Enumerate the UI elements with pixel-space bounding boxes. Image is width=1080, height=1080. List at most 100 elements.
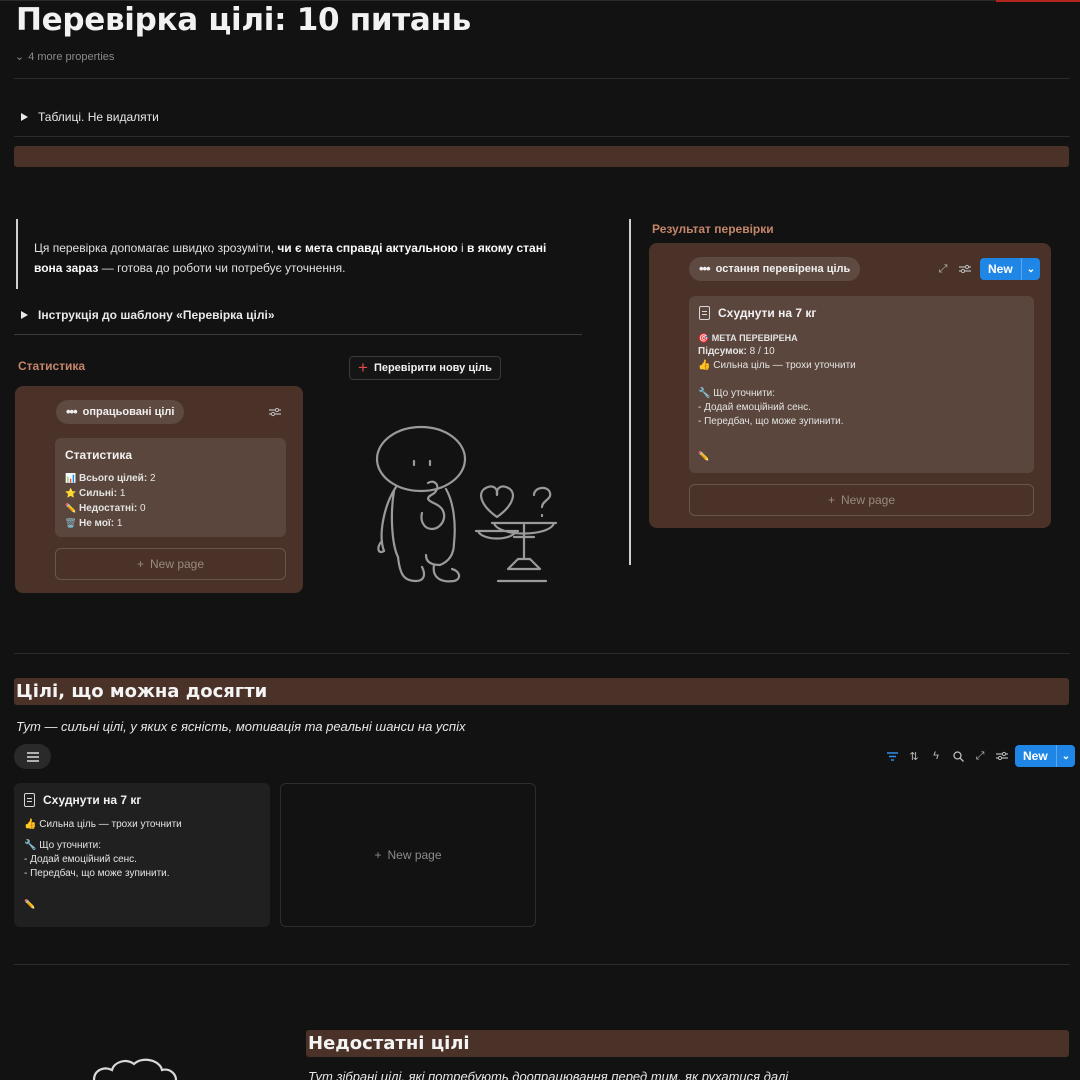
settings-sliders-icon[interactable] [267,404,283,420]
divider [14,78,1070,79]
insufficient-heading-text: Недостатні цілі [308,1033,470,1054]
page-title: Перевірка цілі: 10 питань [16,2,471,38]
statistics-line-label: Сильні: [79,488,118,499]
statistics-line-icon: ✏️ [65,503,77,513]
more-dots-icon: ••• [699,261,711,276]
chevron-down-icon[interactable]: ⌄ [1055,745,1075,767]
callout-border [16,219,18,289]
result-verdict: 👍 Сильна ціль — трохи уточнити [698,360,856,371]
sort-icon[interactable]: ⇅ [906,748,922,764]
statistics-panel: ••• опрацьовані цілі Статистика 📊 Всього… [15,386,303,593]
goal-card[interactable]: Схуднути на 7 кг 👍 Сильна ціль — трохи у… [14,783,270,927]
pencil-icon: ✏️ [698,451,710,461]
more-properties-label: 4 more properties [28,50,115,63]
view-tab-label: остання перевірена ціль [715,263,851,275]
expand-icon[interactable]: ⤢ [972,748,988,764]
database-toolbar: ⇅ ϟ ⤢ [884,748,1010,764]
plus-icon: + [358,358,368,377]
statistics-line: ⭐ Сильні: 1 [65,486,156,501]
more-properties-toggle[interactable]: ⌄ 4 more properties [15,50,115,64]
expand-icon[interactable]: ⤢ [935,261,951,277]
result-status-text: МЕТА ПЕРЕВІРЕНА [711,333,798,343]
toggle-instructions[interactable]: Інструкція до шаблону «Перевірка цілі» [21,308,275,322]
statistics-line-label: Всього цілей: [79,473,148,484]
result-label: Результат перевірки [652,222,774,236]
callout-text-part: і [457,241,468,255]
new-page-label: New page [840,493,896,507]
result-card[interactable]: Схуднути на 7 кг 🎯 МЕТА ПЕРЕВІРЕНА Підсу… [689,296,1034,473]
settings-sliders-icon[interactable] [957,261,973,277]
page-icon [24,793,35,807]
new-page-label: New page [387,848,442,862]
check-new-goal-label: Перевірити нову ціль [373,362,492,374]
chevron-down-icon: ⌄ [15,51,25,63]
toggle-tables[interactable]: Таблиці. Не видаляти [21,110,159,124]
result-card-title: Схуднути на 7 кг [718,306,817,320]
clarify-item: - Додай емоційний сенс. [698,402,811,413]
statistics-line: 📊 Всього цілей: 2 [65,471,156,486]
statistics-lines: 📊 Всього цілей: 2 ⭐ Сильні: 1 ✏️ Недостатн… [65,471,156,531]
insufficient-description: Тут зібрані цілі, які потребують доопрац… [308,1069,789,1080]
goal-card-body: 👍 Сильна ціль — трохи уточнити 🔧 Що уточ… [24,818,264,911]
clarify-item: - Передбач, що може зупинити. [698,416,844,427]
achievable-heading: Цілі, що можна досягти [14,678,1069,705]
achievable-description: Тут — сильні цілі, у яких є ясність, мот… [16,719,466,734]
chevron-down-icon[interactable]: ⌄ [1020,258,1040,280]
new-button[interactable]: New ⌄ [980,258,1041,280]
new-button[interactable]: New ⌄ [1015,745,1076,767]
plus-icon: + [827,493,835,507]
cloud-illustration [92,1058,178,1080]
target-icon: 🎯 [698,333,710,343]
statistics-line: ✏️ Недостатні: 0 [65,501,156,516]
column-divider [629,219,631,565]
summary-value: 8 / 10 [749,346,775,357]
filter-icon[interactable] [884,748,900,764]
clarify-title: 🔧 Що уточнити: [698,388,776,399]
new-page-button[interactable]: + New page [55,548,286,580]
clarify-item: - Передбач, що може зупинити. [24,868,170,879]
statistics-line-label: Недостатні: [79,503,138,514]
statistics-line-icon: 📊 [65,473,77,483]
settings-sliders-icon[interactable] [994,748,1010,764]
view-tab-last-checked[interactable]: ••• остання перевірена ціль [689,257,861,281]
view-tab-processed[interactable]: ••• опрацьовані цілі [56,400,185,424]
new-page-card[interactable]: + New page [280,783,536,927]
search-icon[interactable] [950,748,966,764]
statistics-line-icon: 🗑️ [65,518,77,528]
callout-text: Ця перевірка допомагає швидко зрозуміти,… [34,238,574,278]
view-tab-label: опрацьовані цілі [82,406,175,418]
toggle-tables-label: Таблиці. Не видаляти [38,110,159,124]
divider [14,964,1070,965]
result-card-body: 🎯 МЕТА ПЕРЕВІРЕНА Підсумок: 8 / 10 👍 Сил… [698,331,1018,463]
statistics-line-value: 2 [149,473,156,484]
statistics-line-icon: ⭐ [65,488,77,498]
result-status: 🎯 МЕТА ПЕРЕВІРЕНА [698,331,1018,345]
statistics-line-value: 1 [116,518,123,529]
goal-card-header: Схуднути на 7 кг [24,793,141,807]
thinking-person-illustration [375,425,558,583]
result-summary: Підсумок: 8 / 10 [698,345,1018,359]
statistics-card[interactable]: Статистика 📊 Всього цілей: 2 ⭐ Сильні: 1 ✏… [55,438,286,537]
divider [14,136,1070,137]
achievable-heading-text: Цілі, що можна досягти [16,681,268,702]
hamburger-icon [26,751,39,762]
plus-icon: + [374,848,382,862]
page-icon [699,306,710,320]
view-menu-button[interactable] [14,744,51,769]
summary-label: Підсумок: [698,346,747,357]
clarify-item: - Додай емоційний сенс. [24,854,137,865]
statistics-line: 🗑️ Не мої: 1 [65,516,156,531]
new-page-button[interactable]: + New page [689,484,1034,516]
lightning-icon[interactable]: ϟ [928,748,944,764]
goal-card-title: Схуднути на 7 кг [43,793,142,807]
insufficient-heading: Недостатні цілі [306,1030,1069,1057]
result-panel: ••• остання перевірена ціль ⤢ New ⌄ Схуд… [649,243,1051,528]
plus-icon: + [136,557,144,571]
callout-text-part: Ця перевірка допомагає швидко зрозуміти, [34,241,278,255]
new-button-label: New [988,262,1013,276]
brown-banner [14,146,1069,167]
statistics-card-title: Статистика [65,448,133,462]
pencil-icon: ✏️ [24,899,36,909]
check-new-goal-button[interactable]: + Перевірити нову ціль [349,356,501,380]
top-accent-mark [996,0,1080,2]
